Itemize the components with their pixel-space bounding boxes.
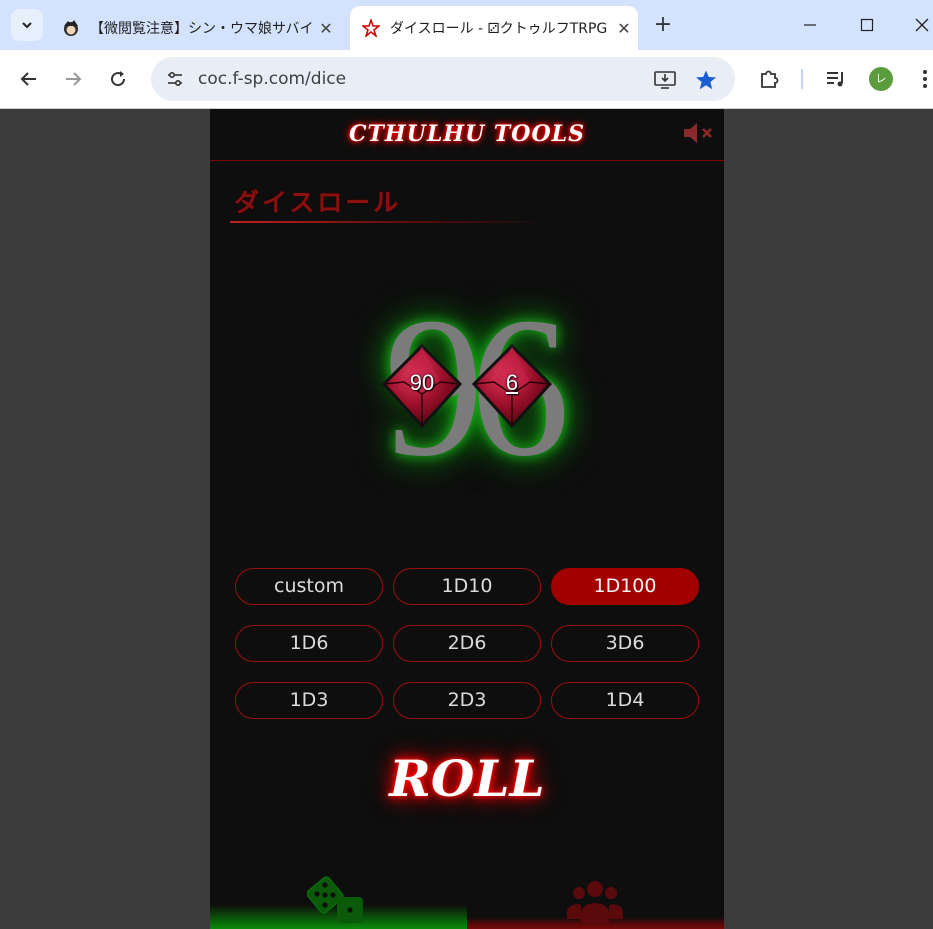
media-controls-button[interactable]: [821, 64, 851, 94]
dice-page: CTHULHU TOOLS ダイスロール 96 90 6 custom 1D10…: [210, 109, 724, 929]
nav-players-tab[interactable]: [467, 869, 724, 929]
dice-icon: [307, 876, 363, 923]
dice-button-2d3[interactable]: 2D3: [393, 682, 541, 719]
install-icon: [654, 71, 676, 89]
tab-inactive[interactable]: 【微閲覧注意】シン・ウマ娘サバイバル ✕: [50, 6, 340, 50]
dice-button-2d6[interactable]: 2D6: [393, 625, 541, 662]
minimize-button[interactable]: [795, 10, 825, 40]
bottom-nav: [210, 869, 724, 929]
dice-button-custom[interactable]: custom: [235, 568, 383, 605]
reload-icon: [111, 71, 126, 87]
forward-button[interactable]: [56, 62, 90, 96]
nav-dice-tab[interactable]: [210, 869, 467, 929]
die-label: 6: [505, 370, 519, 395]
tune-icon: [168, 71, 182, 87]
tab-close-icon[interactable]: ✕: [610, 19, 638, 38]
tab-close-icon[interactable]: ✕: [312, 19, 340, 38]
address-bar[interactable]: coc.f-sp.com/dice: [151, 57, 735, 101]
roll-button[interactable]: ROLL: [210, 749, 724, 808]
mute-icon[interactable]: [682, 121, 716, 145]
die-label: 90: [409, 370, 435, 395]
tab-title: ダイスロール - ⚂クトゥルフTRPG ツール: [390, 21, 610, 37]
browser-toolbar: coc.f-sp.com/dice: [0, 50, 933, 109]
menu-button[interactable]: [910, 64, 933, 94]
extensions-button[interactable]: [754, 64, 784, 94]
maximize-button[interactable]: [852, 10, 882, 40]
toolbar-divider: [801, 69, 803, 89]
close-icon: [915, 18, 929, 32]
title-underline: [230, 221, 550, 223]
dice-button-1d6[interactable]: 1D6: [235, 625, 383, 662]
site-info-button[interactable]: [161, 65, 189, 93]
bookmark-button[interactable]: [692, 66, 720, 94]
queue-music-icon: [827, 72, 843, 87]
close-window-button[interactable]: [907, 10, 933, 40]
browser-chrome: 【微閲覧注意】シン・ウマ娘サバイバル ✕ ダイスロール - ⚂クトゥルフTRPG…: [0, 0, 933, 109]
tab-title: 【微閲覧注意】シン・ウマ娘サバイバル: [90, 21, 312, 37]
dice-result-area: 96 90 6: [350, 288, 590, 488]
dice-button-1d100[interactable]: 1D100: [551, 568, 699, 605]
install-app-button[interactable]: [651, 66, 679, 94]
tab-search-button[interactable]: [11, 9, 43, 41]
maximize-icon: [860, 18, 874, 32]
cthulhu-favicon-icon: [362, 19, 380, 37]
more-vert-icon: [923, 70, 927, 88]
anime-favicon-icon: [64, 20, 78, 36]
dice-button-1d3[interactable]: 1D3: [235, 682, 383, 719]
minimize-icon: [804, 24, 816, 26]
puzzle-icon: [761, 70, 779, 88]
back-button[interactable]: [12, 62, 46, 96]
chevron-down-icon: [22, 22, 32, 29]
reload-button[interactable]: [101, 62, 135, 96]
new-tab-button[interactable]: +: [650, 12, 676, 38]
dice-button-1d10[interactable]: 1D10: [393, 568, 541, 605]
arrow-left-icon: [20, 72, 36, 86]
star-icon: [696, 70, 716, 90]
page-title: ダイスロール: [234, 188, 402, 217]
dice-button-3d6[interactable]: 3D6: [551, 625, 699, 662]
tab-strip: 【微閲覧注意】シン・ウマ娘サバイバル ✕ ダイスロール - ⚂クトゥルフTRPG…: [0, 0, 933, 50]
site-logo[interactable]: CTHULHU TOOLS: [210, 121, 724, 147]
arrow-right-icon: [66, 72, 82, 86]
site-header: CTHULHU TOOLS: [210, 109, 724, 161]
users-icon: [567, 881, 623, 923]
d10-tens-die: 90: [380, 344, 464, 428]
d10-ones-die: 6: [470, 344, 554, 428]
tab-active[interactable]: ダイスロール - ⚂クトゥルフTRPG ツール ✕: [350, 6, 638, 50]
url-text: coc.f-sp.com/dice: [198, 69, 347, 89]
dice-button-1d4[interactable]: 1D4: [551, 682, 699, 719]
profile-avatar[interactable]: レ: [869, 67, 893, 91]
